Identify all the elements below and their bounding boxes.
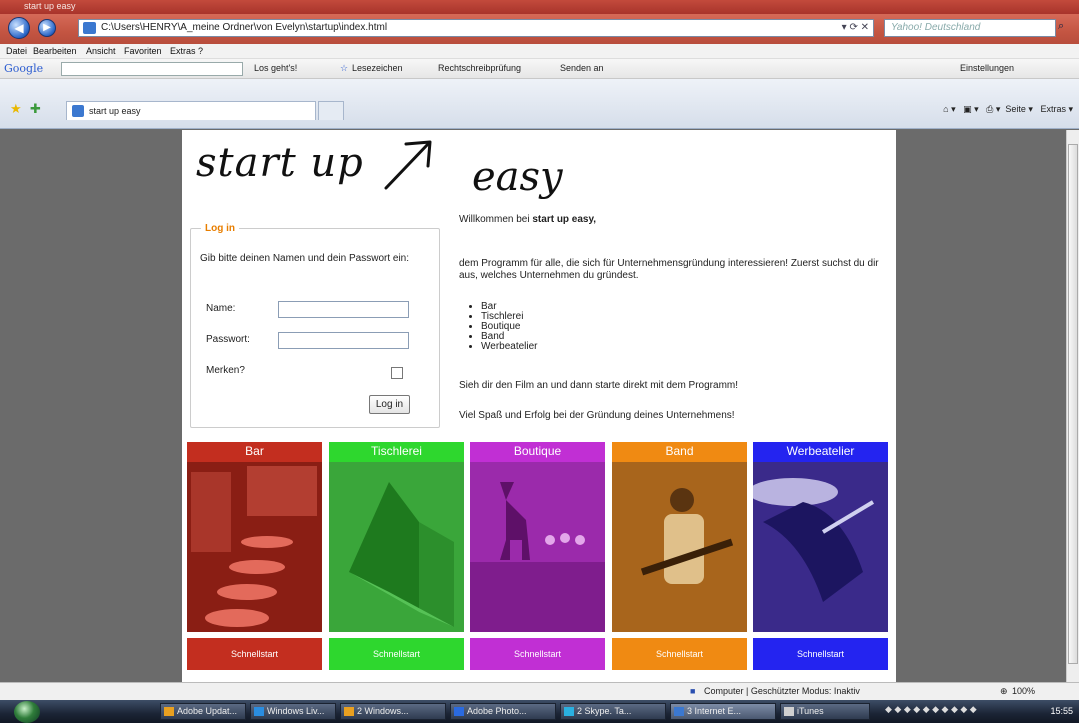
google-go-button[interactable]: Los geht's! — [254, 63, 297, 73]
login-legend: Log in — [201, 223, 239, 234]
page-content: start up easy Log in Gib bitte deinen Na… — [182, 130, 896, 682]
band-photo — [612, 462, 747, 632]
list-item: Werbeatelier — [481, 342, 538, 352]
category-boutique[interactable]: Boutique — [470, 442, 605, 632]
computer-zone-icon: ■ — [690, 686, 696, 696]
home-icon[interactable]: ⌂ ▾ — [943, 104, 955, 114]
address-input[interactable]: C:\Users\HENRY\A_meine Ordner\von Evelyn… — [78, 19, 874, 37]
new-tab-button[interactable] — [318, 101, 344, 120]
taskbar-item[interactable]: iTunes — [780, 703, 870, 720]
password-label: Passwort: — [206, 334, 250, 345]
settings-button[interactable]: Einstellungen — [960, 63, 1014, 73]
search-input[interactable]: Yahoo! Deutschland — [884, 19, 1056, 37]
spellcheck-button[interactable]: Rechtschreibprüfung — [438, 63, 521, 73]
login-button[interactable]: Log in — [369, 395, 410, 414]
search-icon[interactable]: ⌕ — [1058, 20, 1064, 33]
password-input[interactable] — [278, 332, 409, 349]
welcome-intro: dem Programm für alle, die sich für Unte… — [459, 258, 879, 281]
category-title: Band — [665, 444, 694, 458]
scrollbar-thumb[interactable] — [1068, 144, 1078, 664]
name-input[interactable] — [278, 301, 409, 318]
address-text: C:\Users\HENRY\A_meine Ordner\von Evelyn… — [101, 22, 388, 33]
status-bar: ■ Computer | Geschützter Modus: Inaktiv … — [0, 682, 1079, 700]
start-button[interactable] — [14, 701, 40, 723]
taskbar: Adobe Updat... Windows Liv... 2 Windows.… — [0, 700, 1079, 723]
system-tray-icons[interactable]: ◆ ◆ ◆ ◆ ◆ ◆ ◆ ◆ ◆ ◆ — [885, 704, 1030, 718]
google-logo: Google — [4, 62, 44, 75]
page-icon — [83, 22, 96, 34]
tab-page-icon — [72, 105, 84, 117]
login-intro: Gib bitte deinen Namen und dein Passwort… — [200, 253, 410, 264]
category-werbeatelier[interactable]: Werbeatelier — [753, 442, 888, 632]
taskbar-item[interactable]: Adobe Photo... — [450, 703, 556, 720]
remember-label: Merken? — [206, 365, 245, 376]
menu-extras[interactable]: Extras — [170, 46, 196, 56]
window-title: start up easy — [24, 1, 76, 11]
favorites-star-icon[interactable]: ★ — [10, 101, 22, 117]
login-box: Log in Gib bitte deinen Namen und dein P… — [190, 223, 440, 428]
welcome-greeting: Willkommen bei start up easy, — [459, 214, 597, 225]
tab-bar: ★ ✚ start up easy ⌂ ▾ ▣ ▾ ⎙ ▾ Seite ▾ Ex… — [0, 79, 1079, 129]
back-icon[interactable]: ◀ — [8, 17, 30, 39]
menu-ansicht[interactable]: Ansicht — [86, 46, 116, 56]
remember-checkbox[interactable] — [391, 367, 403, 379]
category-title: Bar — [245, 444, 264, 458]
quickstart-tischlerei-button[interactable]: Schnellstart — [329, 638, 464, 670]
zone-status: Computer | Geschützter Modus: Inaktiv — [704, 686, 860, 696]
menu-bearbeiten[interactable]: Bearbeiten — [33, 46, 77, 56]
command-bar: ⌂ ▾ ▣ ▾ ⎙ ▾ Seite ▾ Extras ▾ — [943, 104, 1073, 114]
quickstart-boutique-button[interactable]: Schnellstart — [470, 638, 605, 670]
quickstart-bar-button[interactable]: Schnellstart — [187, 638, 322, 670]
google-search-input[interactable] — [61, 62, 243, 76]
logo-text-easy: easy — [472, 154, 563, 200]
boutique-photo — [470, 462, 605, 632]
welcome-film: Sieh dir den Film an und dann starte dir… — [459, 380, 739, 391]
taskbar-item[interactable]: Windows Liv... — [250, 703, 336, 720]
bookmark-star-icon[interactable]: ☆ — [340, 63, 348, 74]
extras-menu-button[interactable]: Extras — [1040, 104, 1066, 114]
category-bar[interactable]: Bar — [187, 442, 322, 632]
category-title: Boutique — [513, 444, 562, 458]
business-options-list: Bar Tischlerei Boutique Band Werbeatelie… — [481, 302, 538, 352]
send-button[interactable]: Senden an — [560, 63, 604, 73]
add-favorite-icon[interactable]: ✚ — [30, 101, 41, 117]
page-menu-button[interactable]: Seite — [1005, 104, 1026, 114]
menu-bar: Datei Bearbeiten Ansicht Favoriten Extra… — [0, 44, 1079, 59]
tab-label: start up easy — [89, 106, 141, 116]
quickstart-band-button[interactable]: Schnellstart — [612, 638, 747, 670]
address-toolbar: ◀ ▶ C:\Users\HENRY\A_meine Ordner\von Ev… — [0, 14, 1079, 44]
google-toolbar: Google Los geht's! ☆ Lesezeichen Rechtsc… — [0, 59, 1079, 79]
vertical-scrollbar[interactable] — [1066, 130, 1079, 682]
name-label: Name: — [206, 303, 236, 314]
zoom-icon[interactable]: ⊕ — [1000, 686, 1008, 697]
taskbar-item[interactable]: 2 Windows... — [340, 703, 446, 720]
refresh-stop-icons[interactable]: ▾ ⟳ ✕ — [842, 20, 869, 36]
logo-arrow-icon — [384, 140, 432, 190]
bar-photo — [187, 462, 322, 632]
taskbar-item[interactable]: Adobe Updat... — [160, 703, 246, 720]
taskbar-item-active[interactable]: 3 Internet E... — [670, 703, 776, 720]
tab-start-up-easy[interactable]: start up easy — [66, 101, 316, 120]
category-title: Tischlerei — [371, 444, 422, 458]
zoom-level[interactable]: 100% — [1012, 686, 1035, 696]
welcome-closing: Viel Spaß und Erfolg bei der Gründung de… — [459, 410, 735, 421]
category-band[interactable]: Band — [612, 442, 747, 632]
print-icon[interactable]: ⎙ ▾ — [986, 104, 1000, 114]
menu-favoriten[interactable]: Favoriten — [124, 46, 162, 56]
werbeatelier-photo — [753, 462, 888, 632]
logo-text-start-up: start up — [196, 140, 364, 186]
menu-help[interactable]: ? — [198, 46, 203, 56]
forward-icon[interactable]: ▶ — [38, 19, 56, 37]
window-title-bar: start up easy — [0, 0, 1079, 14]
category-tischlerei[interactable]: Tischlerei — [329, 442, 464, 632]
category-title: Werbeatelier — [786, 444, 855, 458]
feeds-icon[interactable]: ▣ ▾ — [963, 104, 979, 114]
tischlerei-photo — [329, 462, 464, 632]
menu-datei[interactable]: Datei — [6, 46, 27, 56]
taskbar-item[interactable]: 2 Skype. Ta... — [560, 703, 666, 720]
quickstart-werbeatelier-button[interactable]: Schnellstart — [753, 638, 888, 670]
clock[interactable]: 15:55 — [1050, 706, 1073, 716]
bookmarks-button[interactable]: Lesezeichen — [352, 63, 403, 73]
